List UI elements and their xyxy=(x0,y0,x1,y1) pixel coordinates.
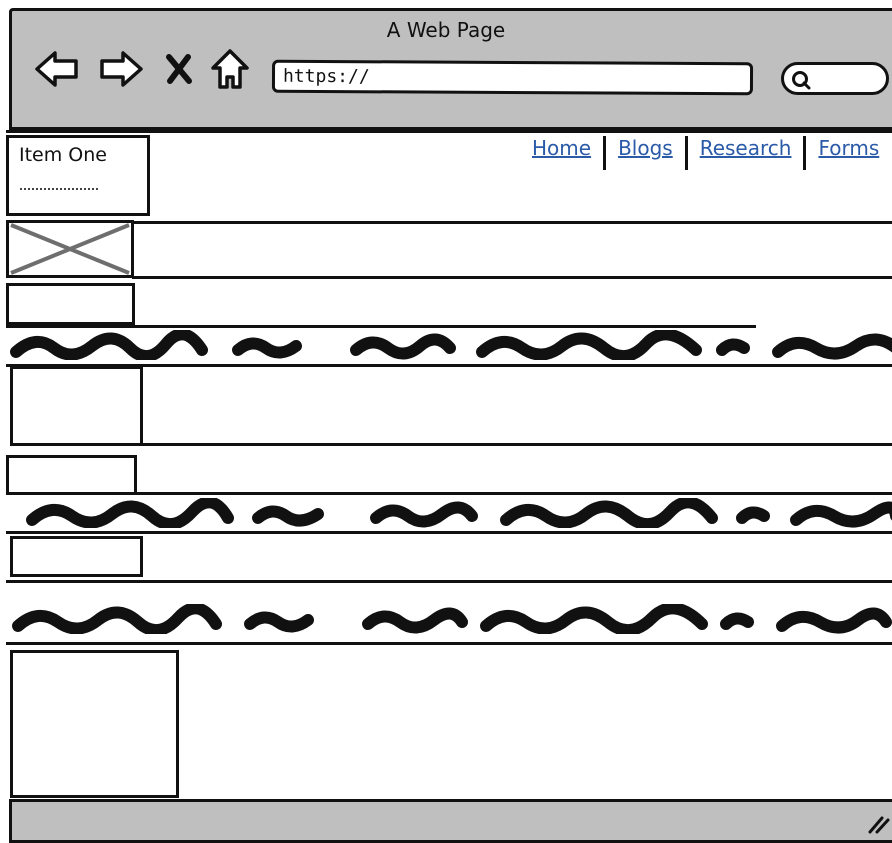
dotted-line xyxy=(20,188,98,190)
home-icon[interactable] xyxy=(210,48,250,90)
row-divider xyxy=(6,492,892,495)
arrow-left-icon[interactable] xyxy=(34,48,80,90)
row-divider xyxy=(132,221,892,224)
content-block xyxy=(6,283,135,325)
window-title: A Web Page xyxy=(386,18,506,42)
nav-link-home[interactable]: Home xyxy=(520,136,603,160)
resize-grip-icon[interactable] xyxy=(866,810,890,834)
row-divider xyxy=(132,276,892,279)
row-divider xyxy=(6,580,892,583)
nav-link-research[interactable]: Research xyxy=(688,136,804,160)
sidebar-card[interactable]: Item One xyxy=(6,135,150,216)
content-block xyxy=(6,455,137,495)
top-nav: Home Blogs Research Forms xyxy=(520,136,891,172)
content-block xyxy=(10,536,143,577)
url-field[interactable]: https:// xyxy=(271,59,754,96)
row-divider xyxy=(6,642,892,645)
close-icon[interactable] xyxy=(164,53,194,85)
nav-link-blogs[interactable]: Blogs xyxy=(606,136,685,160)
status-bar xyxy=(9,799,892,843)
url-text: https:// xyxy=(282,65,370,88)
sidebar-item-label: Item One xyxy=(19,144,107,166)
row-divider xyxy=(6,531,892,534)
arrow-right-icon[interactable] xyxy=(98,48,144,90)
search-icon xyxy=(792,71,811,90)
content-block xyxy=(10,366,143,446)
image-placeholder-icon xyxy=(10,223,130,275)
scribble-text xyxy=(10,330,892,360)
scribble-text xyxy=(26,498,892,528)
row-divider xyxy=(6,325,756,328)
image-placeholder xyxy=(6,220,134,278)
chrome-divider xyxy=(6,130,892,133)
nav-link-forms[interactable]: Forms xyxy=(806,136,891,160)
content-block xyxy=(10,650,179,798)
search-input[interactable] xyxy=(781,62,889,95)
row-divider xyxy=(140,443,892,446)
scribble-text xyxy=(12,604,892,634)
